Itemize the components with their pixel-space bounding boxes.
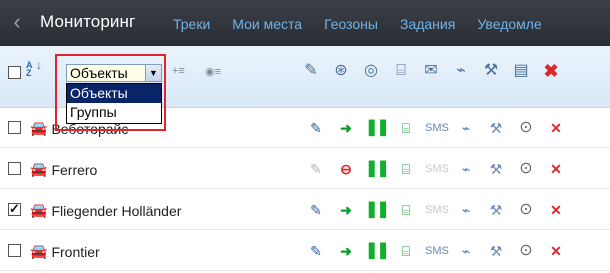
row-checkbox[interactable] (8, 162, 21, 175)
car-icon: 🚘 (30, 243, 48, 259)
table-row[interactable]: 🚘 Frontier ✎ ➜ ❚❚ ⌸ SMS ⌁ ⚒ ⊙ ✕ (0, 231, 610, 271)
select-option-objects[interactable]: Объекты (67, 84, 161, 103)
pause-icon[interactable]: ❚❚ (365, 117, 390, 139)
sms-icon[interactable]: SMS (425, 158, 449, 180)
select-option-groups[interactable]: Группы (67, 103, 161, 122)
satellite-icon[interactable]: ⌁ (450, 60, 472, 82)
car-icon: 🚘 (30, 202, 48, 218)
delete-icon[interactable]: ✕ (545, 117, 567, 139)
pause-icon[interactable]: ❚❚ (365, 158, 390, 180)
status-stop-icon[interactable]: ⊖ (335, 158, 357, 180)
car-icon: 🚘 (30, 120, 48, 136)
row-checkbox[interactable] (8, 201, 21, 217)
object-name[interactable]: Frontier (51, 244, 99, 260)
nav-links: Треки Мои места Геозоны Задания Уведомле (173, 16, 564, 32)
objects-groups-select[interactable]: Объекты ▼ (66, 64, 162, 82)
row-name: 🚘 Fliegender Holländer (30, 202, 181, 219)
computer-icon[interactable]: ⌸ (395, 158, 417, 180)
row-actions: ✎ ⊖ ❚❚ ⌸ SMS ⌁ ⚒ ⊙ ✕ (305, 158, 575, 180)
status-go-icon[interactable]: ➜ (335, 117, 357, 139)
satellite-icon[interactable]: ⌁ (455, 199, 477, 221)
row-checkbox[interactable] (8, 244, 21, 257)
page-title: Мониторинг (40, 12, 136, 31)
nav-link-notifications[interactable]: Уведомле (477, 16, 541, 32)
nav-link-tracks[interactable]: Треки (173, 16, 210, 32)
edit-icon[interactable]: ✎ (300, 60, 322, 82)
pause-icon[interactable]: ❚❚ (365, 240, 390, 262)
tools-icon[interactable]: ⚒ (485, 158, 507, 180)
row-actions: ✎ ➜ ❚❚ ⌸ SMS ⌁ ⚒ ⊙ ✕ (305, 199, 575, 221)
computer-icon[interactable]: ⌸ (395, 117, 417, 139)
pause-icon[interactable]: ❚❚ (365, 199, 390, 221)
tools-icon[interactable]: ⚒ (485, 240, 507, 262)
select-all-checkbox[interactable] (8, 66, 21, 79)
row-checkbox[interactable] (8, 121, 21, 134)
list-icon[interactable]: ◉≡ (205, 65, 221, 78)
sms-icon[interactable]: ✉ (420, 60, 442, 82)
commands-icon[interactable]: ⊛ (330, 60, 352, 82)
status-go-icon[interactable]: ➜ (335, 240, 357, 262)
sms-icon[interactable]: SMS (425, 199, 449, 221)
delete-icon[interactable]: ✕ (545, 199, 567, 221)
object-name[interactable]: Ferrero (51, 162, 97, 178)
row-name: 🚘 Frontier (30, 243, 100, 260)
sort-az-icon[interactable]: A Z ↓ (26, 58, 42, 79)
edit-icon[interactable]: ✎ (305, 158, 327, 180)
tools-icon[interactable]: ⚒ (480, 60, 502, 82)
computer-icon[interactable]: ⌸ (395, 240, 417, 262)
chevron-left-icon[interactable]: ‹ (10, 10, 24, 34)
edit-icon[interactable]: ✎ (305, 117, 327, 139)
delete-icon[interactable]: ✖ (540, 60, 562, 82)
table-row[interactable]: 🚘 Fliegender Holländer ✎ ➜ ❚❚ ⌸ SMS ⌁ ⚒ … (0, 190, 610, 230)
nav-link-my-places[interactable]: Мои места (232, 16, 302, 32)
satellite-icon[interactable]: ⌁ (455, 240, 477, 262)
delete-icon[interactable]: ✕ (545, 240, 567, 262)
tools-icon[interactable]: ⚒ (485, 117, 507, 139)
select-dropdown-list: Объекты Группы (66, 83, 162, 124)
satellite-icon[interactable]: ⌁ (455, 117, 477, 139)
select-value: Объекты (70, 65, 128, 81)
object-name[interactable]: Fliegender Holländer (51, 203, 181, 219)
top-nav-bar: ‹ Мониторинг Треки Мои места Геозоны Зад… (0, 0, 610, 46)
row-actions: ✎ ➜ ❚❚ ⌸ SMS ⌁ ⚒ ⊙ ✕ (305, 117, 575, 139)
expand-circle-icon[interactable]: ⊙ (515, 158, 537, 180)
car-icon: 🚘 (30, 161, 48, 177)
expand-circle-icon[interactable]: ⊙ (515, 117, 537, 139)
locator-icon[interactable]: ◎ (360, 60, 382, 82)
expand-circle-icon[interactable]: ⊙ (515, 240, 537, 262)
tools-icon[interactable]: ⚒ (485, 199, 507, 221)
delete-icon[interactable]: ✕ (545, 158, 567, 180)
nav-link-jobs[interactable]: Задания (400, 16, 455, 32)
status-go-icon[interactable]: ➜ (335, 199, 357, 221)
toolbar-actions: ✎ ⊛ ◎ ⌸ ✉ ⌁ ⚒ ▤ ✖ (300, 60, 570, 82)
chevron-down-icon[interactable]: ▼ (145, 65, 161, 81)
add-list-icon[interactable]: +≡ (172, 65, 185, 77)
table-row[interactable]: 🚘 Ferrero ✎ ⊖ ❚❚ ⌸ SMS ⌁ ⚒ ⊙ ✕ (0, 149, 610, 189)
report-icon[interactable]: ▤ (510, 60, 532, 82)
satellite-icon[interactable]: ⌁ (455, 158, 477, 180)
edit-icon[interactable]: ✎ (305, 199, 327, 221)
sort-arrow-icon: ↓ (36, 58, 42, 72)
expand-circle-icon[interactable]: ⊙ (515, 199, 537, 221)
sms-icon[interactable]: SMS (425, 117, 449, 139)
row-actions: ✎ ➜ ❚❚ ⌸ SMS ⌁ ⚒ ⊙ ✕ (305, 240, 575, 262)
row-name: 🚘 Ferrero (30, 161, 97, 178)
computer-icon[interactable]: ⌸ (395, 199, 417, 221)
sms-icon[interactable]: SMS (425, 240, 449, 262)
nav-link-geozones[interactable]: Геозоны (324, 16, 378, 32)
computer-icon[interactable]: ⌸ (390, 60, 412, 82)
edit-icon[interactable]: ✎ (305, 240, 327, 262)
